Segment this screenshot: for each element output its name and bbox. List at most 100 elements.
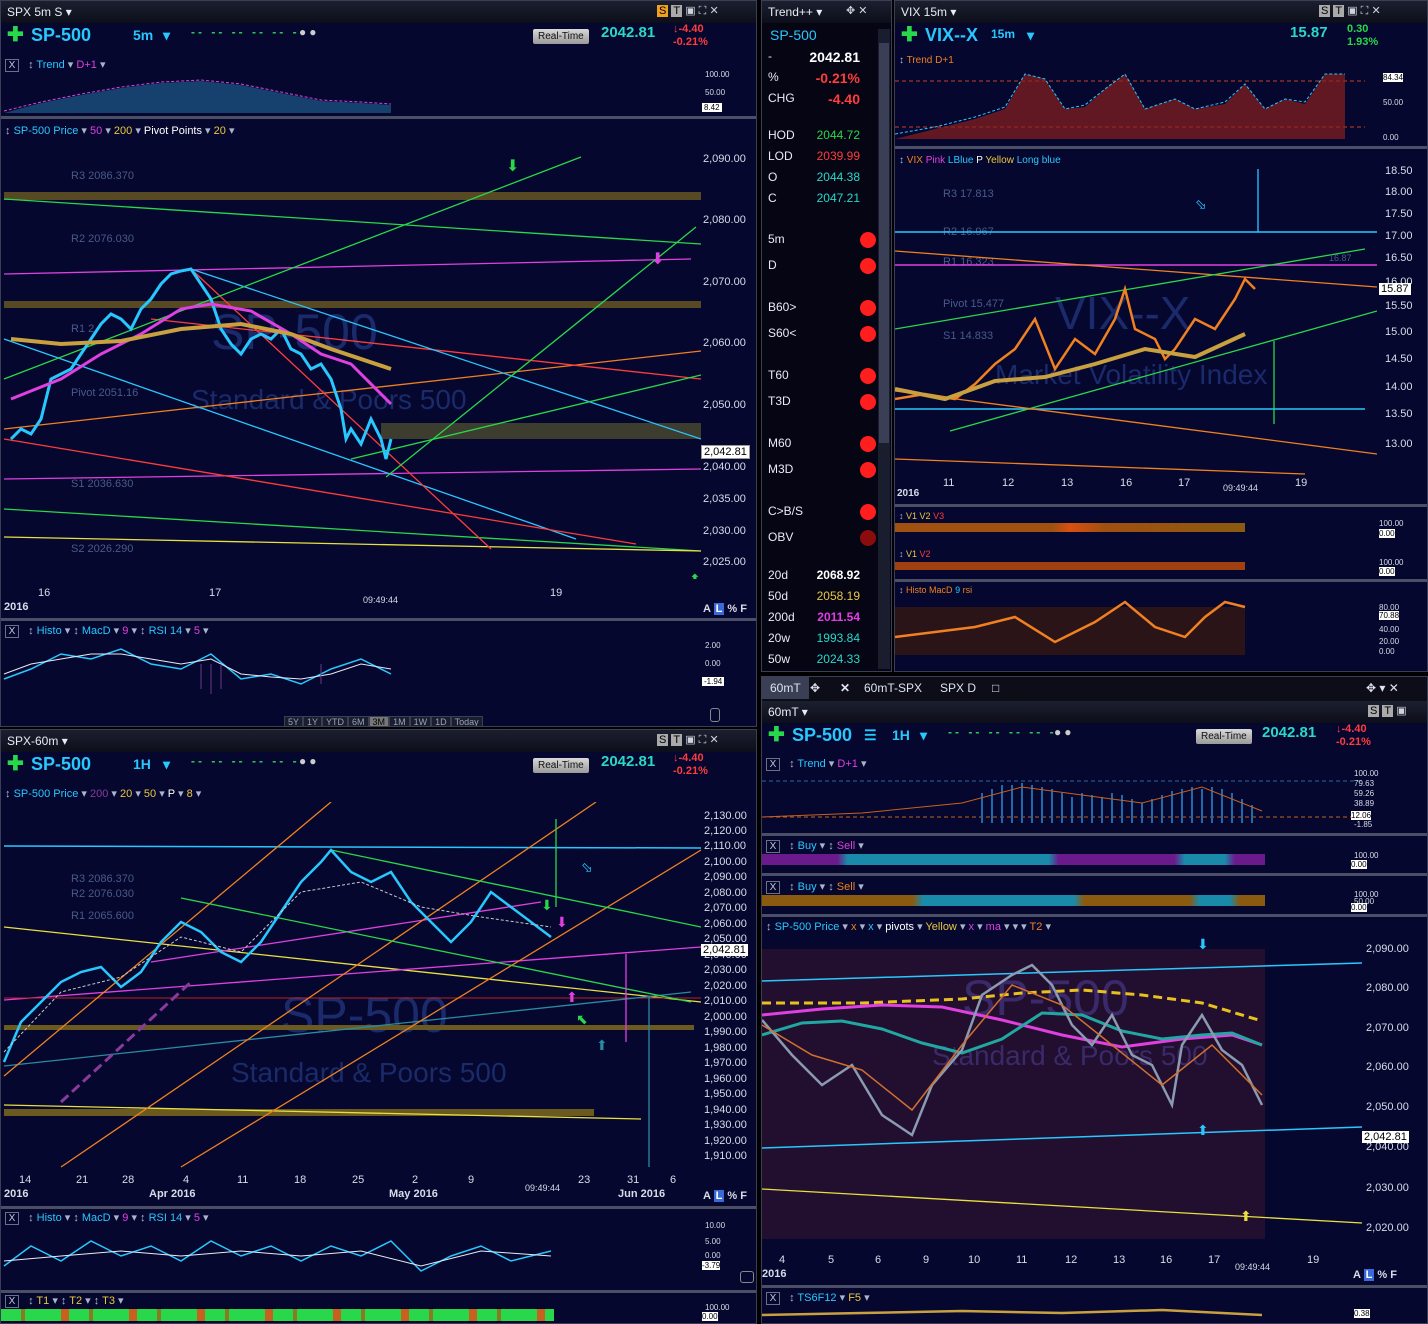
symbol-name[interactable]: VIX--X — [925, 25, 978, 46]
price-chart-60mt[interactable]: SP-500 Standard & Poors 500 ⬇ ⬆ ⬆ — [762, 935, 1362, 1253]
panel-separator[interactable] — [762, 1285, 1427, 1288]
svg-text:⬂: ⬂ — [1195, 196, 1207, 212]
panel-separator[interactable] — [895, 146, 1427, 149]
realtime-button[interactable]: Real-Time — [1196, 729, 1252, 744]
close-icon[interactable]: X — [5, 59, 19, 72]
chart-watermark-sub: Market Volatility Index — [995, 359, 1267, 390]
dropdown-icon[interactable]: ▾ — [163, 756, 170, 773]
t-signal-bar — [1, 1309, 554, 1321]
vix-price-chart[interactable]: VIX--X Market Volatility Index R3 17.813… — [895, 169, 1377, 479]
window-controls[interactable]: S T ▣ ⛶ ✕ — [657, 4, 719, 18]
tab-60mt[interactable]: 60mT — [762, 677, 809, 699]
move-icon: ✥ — [846, 5, 856, 17]
quote-row: CHG -4.40 — [768, 91, 860, 107]
buy-sell-header-2[interactable]: X ↕ Buy ▾ ↕ Sell ▾ — [766, 880, 864, 894]
timeframe[interactable]: 1H — [133, 756, 151, 772]
panel-separator[interactable] — [895, 579, 1427, 582]
quote-scrollbar[interactable] — [878, 29, 890, 669]
trend-panel-header[interactable]: X ↕ Trend ▾ D+1 ▾ — [766, 757, 866, 771]
move-icon: ↕ — [28, 625, 34, 637]
vix-histo-header[interactable]: ↕ Histo MacD 9 rsi — [899, 585, 972, 595]
realtime-button[interactable]: Real-Time — [533, 29, 589, 44]
close-icon: X — [766, 1292, 780, 1305]
toolbar-dots: -- -- -- -- -- -- — [191, 25, 307, 39]
axis-mode-buttons[interactable]: A L % F — [703, 1190, 747, 1202]
binoculars-icon[interactable]: ●● — [299, 25, 320, 39]
axis-mode-buttons[interactable]: A L % F — [703, 603, 747, 615]
scroll-icon[interactable] — [710, 708, 720, 722]
window-titlebar[interactable]: Trend++ ▾ ✥ ✕ — [762, 1, 891, 23]
window-titlebar[interactable]: SPX-60m ▾ S T ▣ ⛶ ✕ — [1, 730, 756, 752]
period-buttons[interactable]: 5Y 1Y YTD 6M 3M 1M 1W 1D Today — [284, 712, 483, 726]
window-title: VIX 15m — [901, 5, 948, 19]
window-controls[interactable]: ✥ ✕ — [846, 4, 868, 17]
symbol-name[interactable]: SP-500 — [31, 25, 91, 46]
trend-label: Trend — [36, 59, 65, 71]
last-price: 2042.81 — [601, 24, 656, 41]
v-panel-header[interactable]: ↕ V1 V2 V3 — [899, 511, 944, 521]
price-panel-header[interactable]: ↕ SP-500 Price ▾ 200 ▾ 20 ▾ 50 ▾ P ▾ 8 ▾ — [5, 787, 201, 800]
v2-panel-header[interactable]: ↕ V1 V2 — [899, 549, 931, 559]
buy-sell-header[interactable]: X ↕ Buy ▾ ↕ Sell ▾ — [766, 839, 864, 853]
dropdown-icon[interactable]: ▾ — [163, 27, 170, 44]
price-chart-60m[interactable]: SP-500 Standard & Poors 500 R3 2086.370 … — [1, 802, 701, 1172]
svg-text:⬆: ⬆ — [566, 989, 578, 1005]
menu-icon[interactable]: ☰ — [864, 727, 877, 744]
vix-trend-chart — [895, 73, 1365, 139]
ts-chart — [762, 1308, 1263, 1317]
t-panel-header[interactable]: X ↕ T1 ▾ ↕ T2 ▾ ↕ T3 ▾ — [5, 1294, 124, 1308]
dropdown-icon[interactable]: ▾ — [1027, 27, 1034, 44]
window-titlebar[interactable]: 60mT ▾ S T ▣ — [762, 701, 1427, 723]
panel-separator[interactable] — [1, 1206, 756, 1209]
close-icon[interactable]: ✕ — [840, 681, 850, 695]
timeframe[interactable]: 1H — [892, 727, 910, 743]
scroll-icon[interactable] — [740, 1271, 754, 1283]
panel-separator[interactable] — [1, 116, 756, 119]
panel-separator[interactable] — [762, 914, 1427, 917]
binoculars-icon[interactable]: ●● — [1054, 725, 1075, 739]
symbol-name[interactable]: SP-500 — [31, 754, 91, 775]
panel-separator[interactable] — [1, 618, 756, 621]
plus-icon[interactable]: ✚ — [901, 22, 918, 47]
tab-60mt-spx[interactable]: 60mT-SPX — [864, 681, 922, 695]
window-titlebar[interactable]: VIX 15m ▾ S T ▣ ⛶ ✕ — [895, 1, 1427, 23]
plus-icon[interactable]: ✚ — [7, 751, 24, 776]
binoculars-icon[interactable]: ●● — [299, 754, 320, 768]
price-panel-header[interactable]: ↕ SP-500 Price ▾ 50 ▾ 200 ▾ Pivot Points… — [5, 124, 234, 137]
window-title: 60mT — [768, 705, 799, 719]
date-label: 19 — [550, 587, 563, 599]
histo-panel-header[interactable]: X ↕ Histo ▾ ↕ MacD ▾ 9 ▾ ↕ RSI 14 ▾ 5 ▾ — [5, 624, 209, 638]
vix-price-header[interactable]: ↕ VIX Pink LBlue P Yellow Long blue — [899, 155, 1061, 166]
quote-symbol[interactable]: SP-500 — [770, 27, 817, 43]
panel-separator[interactable] — [895, 504, 1427, 507]
panel-separator[interactable] — [762, 873, 1427, 876]
move-icon[interactable]: ✥ — [810, 681, 820, 695]
ts-panel-header[interactable]: X ↕ TS6F12 ▾ F5 ▾ — [766, 1291, 870, 1305]
axis-mode-buttons[interactable]: A L % F — [1353, 1269, 1397, 1281]
tab-spx-d[interactable]: SPX D — [940, 681, 976, 695]
trend-panel-header[interactable]: ↕ Trend D+1 — [899, 55, 954, 66]
histo-panel-header[interactable]: X ↕ Histo ▾ ↕ MacD ▾ 9 ▾ ↕ RSI 14 ▾ 5 ▾ — [5, 1211, 209, 1225]
symbol-row: ✚ SP-500 ☰ 1H ▾ -- -- -- -- -- -- ●● Rea… — [762, 722, 1427, 748]
move-icon: ↕ — [899, 155, 904, 166]
timeframe[interactable]: 5m — [133, 27, 153, 43]
trend-panel-header[interactable]: X ↕ Trend ▾ D+1 ▾ — [5, 58, 105, 72]
dropdown-icon[interactable]: ▾ — [920, 727, 927, 744]
new-tab-icon[interactable]: □ — [992, 681, 999, 695]
panel-separator[interactable] — [762, 833, 1427, 836]
window-titlebar[interactable]: SPX 5m S ▾ S T ▣ ⛶ ✕ — [1, 1, 756, 23]
dropdown-icon[interactable]: ▾ — [66, 5, 72, 19]
window-controls[interactable]: ✥ ▾ ✕ — [1366, 681, 1399, 695]
panel-separator[interactable] — [1, 1290, 756, 1293]
svg-text:⬂: ⬂ — [581, 859, 593, 875]
pin-icon: T — [671, 5, 683, 17]
price-chart[interactable]: SP-500 Standard & Poors 500 R3 2086.370 … — [1, 139, 701, 579]
plus-icon[interactable]: ✚ — [7, 22, 24, 47]
plus-icon[interactable]: ✚ — [768, 722, 785, 747]
axis-label: 50.00 — [1383, 98, 1404, 107]
symbol-row: ✚ SP-500 5m ▾ -- -- -- -- -- -- ●● Real-… — [1, 22, 756, 48]
timeframe[interactable]: 15m — [991, 27, 1015, 41]
price-panel-header[interactable]: ↕ SP-500 Price ▾ x ▾ x ▾ pivots ▾ Yellow… — [766, 920, 1051, 933]
realtime-button[interactable]: Real-Time — [533, 758, 589, 773]
symbol-name[interactable]: SP-500 — [792, 725, 852, 746]
